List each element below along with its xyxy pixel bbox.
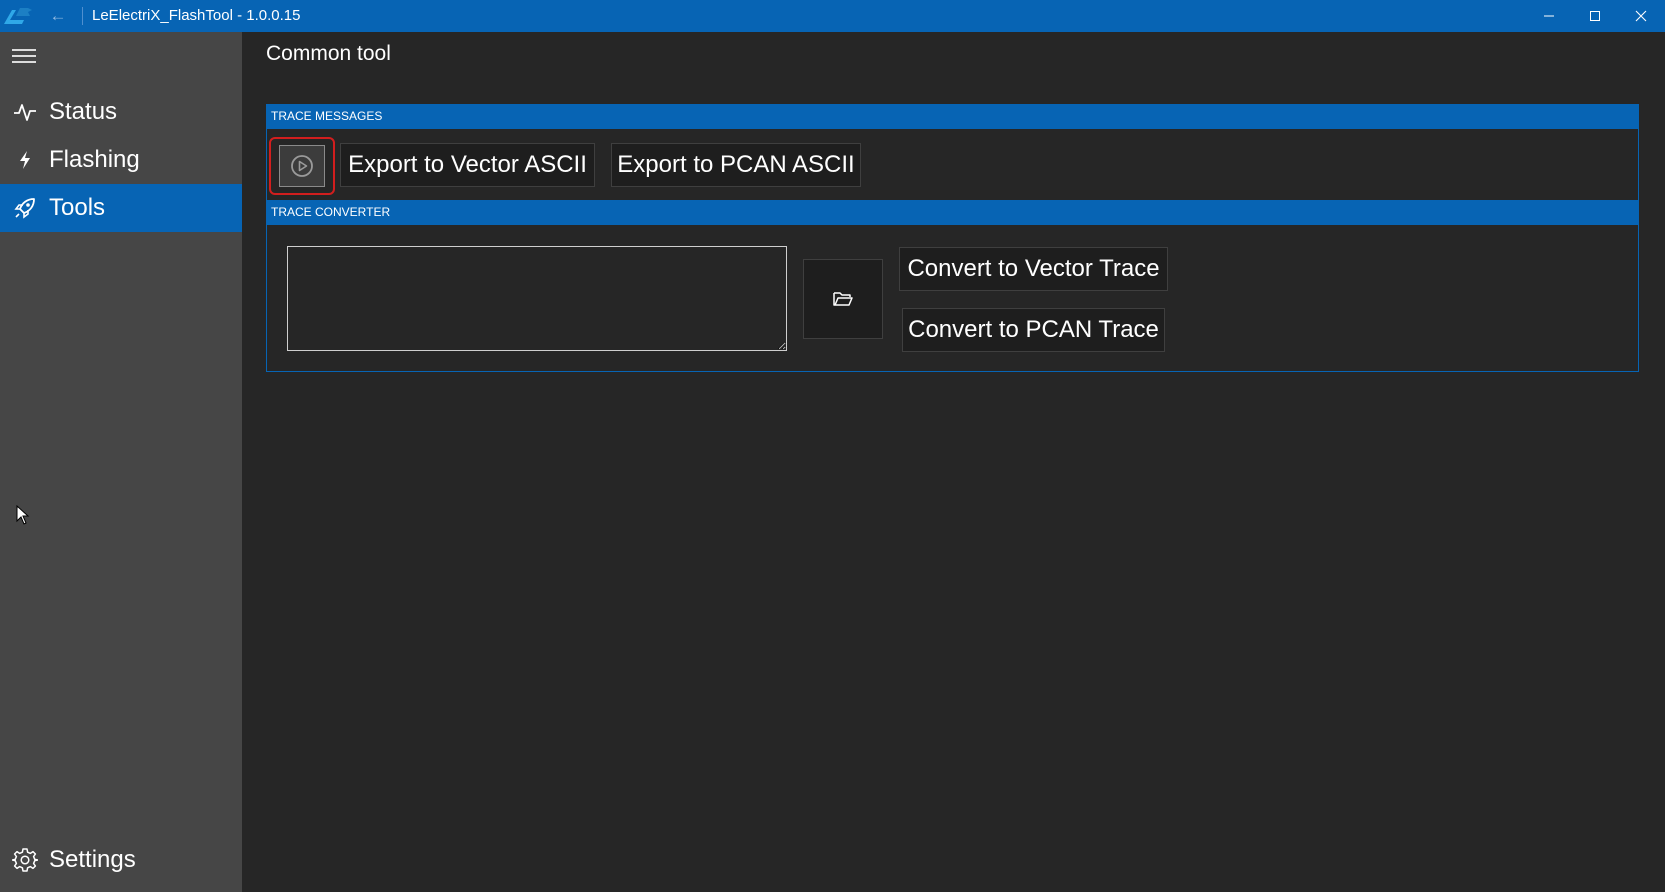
sidebar-item-label: Tools (49, 194, 106, 221)
start-trace-button[interactable] (279, 145, 325, 187)
gear-icon (12, 847, 38, 873)
sidebar-item-status[interactable]: Status (0, 88, 242, 136)
title-separator (82, 7, 83, 25)
export-pcan-ascii-button[interactable]: Export to PCAN ASCII (611, 143, 861, 187)
back-button[interactable]: ← (45, 6, 71, 26)
minimize-button[interactable] (1526, 0, 1572, 32)
rocket-icon (12, 195, 38, 221)
close-icon (1635, 10, 1647, 22)
maximize-icon (1590, 11, 1600, 21)
browse-folder-button[interactable] (803, 259, 883, 339)
sidebar-item-label: Settings (49, 846, 136, 873)
close-button[interactable] (1618, 0, 1664, 32)
trace-file-path-input[interactable] (287, 246, 787, 351)
sidebar: Status Flashing Tools Settings (0, 32, 242, 892)
folder-open-icon (833, 292, 853, 306)
sidebar-item-label: Flashing (49, 146, 140, 173)
app-logo-icon (4, 8, 32, 24)
mouse-cursor-icon (16, 505, 30, 525)
hamburger-icon[interactable] (12, 46, 38, 66)
window-title: LeElectriX_FlashTool - 1.0.0.15 (92, 7, 301, 24)
maximize-button[interactable] (1572, 0, 1618, 32)
page-title: Common tool (266, 42, 391, 65)
title-bar: ← LeElectriX_FlashTool - 1.0.0.15 (0, 0, 1665, 32)
play-circle-icon (291, 155, 313, 177)
lightning-icon (12, 147, 38, 173)
sidebar-item-settings[interactable]: Settings (0, 836, 242, 884)
trace-converter-header: TRACE CONVERTER (266, 200, 1639, 225)
sidebar-item-label: Status (49, 98, 118, 125)
minimize-icon (1544, 15, 1554, 17)
export-vector-ascii-button[interactable]: Export to Vector ASCII (340, 143, 595, 187)
sidebar-item-tools[interactable]: Tools (0, 184, 242, 232)
trace-messages-header: TRACE MESSAGES (266, 104, 1639, 129)
back-arrow-icon: ← (49, 6, 67, 25)
pulse-icon (12, 99, 38, 125)
convert-vector-trace-button[interactable]: Convert to Vector Trace (899, 247, 1168, 291)
sidebar-item-flashing[interactable]: Flashing (0, 136, 242, 184)
convert-pcan-trace-button[interactable]: Convert to PCAN Trace (902, 308, 1165, 352)
